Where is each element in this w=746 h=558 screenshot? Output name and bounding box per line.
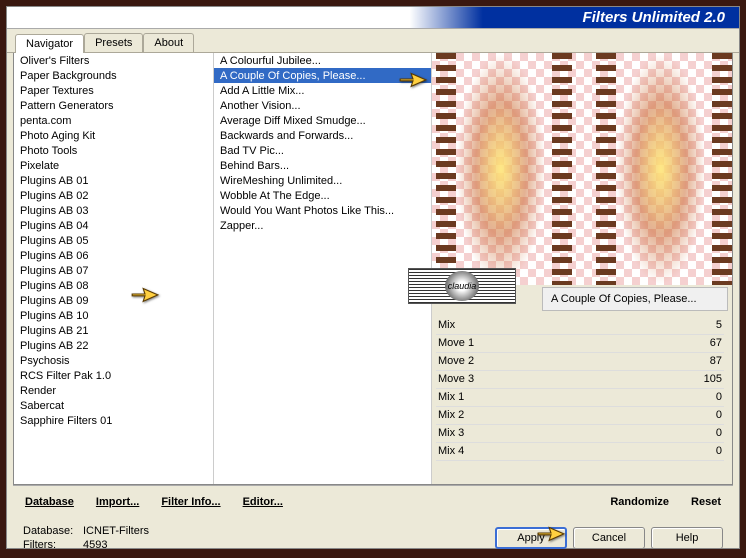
filter-item[interactable]: Backwards and Forwards...: [214, 128, 431, 143]
param-label: Move 1: [438, 336, 474, 351]
database-button[interactable]: Database: [23, 492, 76, 512]
category-item[interactable]: Sapphire Filters 01: [14, 413, 213, 428]
tab-navigator[interactable]: Navigator: [15, 34, 84, 53]
watermark-logo: claudia: [408, 268, 516, 304]
param-row[interactable]: Move 3 105: [436, 371, 724, 389]
category-item[interactable]: Plugins AB 09: [14, 293, 213, 308]
category-item[interactable]: Psychosis: [14, 353, 213, 368]
filter-item[interactable]: Would You Want Photos Like This...: [214, 203, 431, 218]
help-button[interactable]: Help: [651, 527, 723, 549]
category-item[interactable]: penta.com: [14, 113, 213, 128]
param-value: 0: [716, 444, 722, 459]
category-item[interactable]: Pixelate: [14, 158, 213, 173]
filter-item[interactable]: Bad TV Pic...: [214, 143, 431, 158]
param-value: 105: [704, 372, 722, 387]
category-item[interactable]: Paper Textures: [14, 83, 213, 98]
randomize-button[interactable]: Randomize: [608, 492, 671, 512]
preview-image: [432, 53, 732, 285]
param-label: Mix: [438, 318, 455, 333]
category-item[interactable]: Plugins AB 01: [14, 173, 213, 188]
param-value: 0: [716, 390, 722, 405]
filter-item[interactable]: A Colourful Jubilee...: [214, 53, 431, 68]
category-item[interactable]: Plugins AB 08: [14, 278, 213, 293]
selected-filter-label: A Couple Of Copies, Please...: [542, 287, 728, 311]
param-row[interactable]: Mix 5: [436, 317, 724, 335]
param-label: Mix 3: [438, 426, 464, 441]
category-item[interactable]: Photo Tools: [14, 143, 213, 158]
category-item[interactable]: Plugins AB 07: [14, 263, 213, 278]
filter-info-button[interactable]: Filter Info...: [159, 492, 222, 512]
param-label: Mix 1: [438, 390, 464, 405]
status-info: Database:ICNET-Filters Filters:4593: [23, 524, 489, 552]
filter-item[interactable]: Wobble At The Edge...: [214, 188, 431, 203]
param-row[interactable]: Mix 4 0: [436, 443, 724, 461]
main-content: Oliver's FiltersPaper BackgroundsPaper T…: [13, 53, 733, 485]
param-value: 5: [716, 318, 722, 333]
apply-button[interactable]: Apply: [495, 527, 567, 549]
filter-item[interactable]: Average Diff Mixed Smudge...: [214, 113, 431, 128]
category-item[interactable]: RCS Filter Pak 1.0: [14, 368, 213, 383]
category-item[interactable]: Plugins AB 04: [14, 218, 213, 233]
dialog-window: Filters Unlimited 2.0 NavigatorPresetsAb…: [6, 6, 740, 549]
param-value: 0: [716, 408, 722, 423]
tab-presets[interactable]: Presets: [84, 33, 143, 52]
parameter-list[interactable]: Mix5Move 167Move 287Move 3105Mix 10Mix 2…: [432, 315, 732, 484]
filter-list[interactable]: A Colourful Jubilee...A Couple Of Copies…: [214, 53, 432, 484]
param-label: Move 2: [438, 354, 474, 369]
editor-button[interactable]: Editor...: [241, 492, 285, 512]
param-row[interactable]: Mix 3 0: [436, 425, 724, 443]
param-label: Move 3: [438, 372, 474, 387]
category-list[interactable]: Oliver's FiltersPaper BackgroundsPaper T…: [14, 53, 214, 484]
filter-item[interactable]: Zapper...: [214, 218, 431, 233]
tab-strip: NavigatorPresetsAbout: [7, 29, 739, 53]
category-item[interactable]: Plugins AB 05: [14, 233, 213, 248]
category-item[interactable]: Plugins AB 03: [14, 203, 213, 218]
param-row[interactable]: Mix 1 0: [436, 389, 724, 407]
category-item[interactable]: Paper Backgrounds: [14, 68, 213, 83]
category-item[interactable]: Plugins AB 22: [14, 338, 213, 353]
reset-button[interactable]: Reset: [689, 492, 723, 512]
category-item[interactable]: Plugins AB 21: [14, 323, 213, 338]
param-label: Mix 2: [438, 408, 464, 423]
filter-item[interactable]: Add A Little Mix...: [214, 83, 431, 98]
link-button-bar: Database Import... Filter Info... Editor…: [13, 485, 733, 518]
category-item[interactable]: Photo Aging Kit: [14, 128, 213, 143]
param-row[interactable]: Mix 2 0: [436, 407, 724, 425]
category-item[interactable]: Pattern Generators: [14, 98, 213, 113]
param-label: Mix 4: [438, 444, 464, 459]
category-item[interactable]: Plugins AB 02: [14, 188, 213, 203]
param-value: 67: [710, 336, 722, 351]
filter-item[interactable]: WireMeshing Unlimited...: [214, 173, 431, 188]
category-item[interactable]: Oliver's Filters: [14, 53, 213, 68]
app-title: Filters Unlimited 2.0: [582, 9, 725, 26]
filter-item[interactable]: Another Vision...: [214, 98, 431, 113]
import-button[interactable]: Import...: [94, 492, 141, 512]
param-row[interactable]: Move 2 87: [436, 353, 724, 371]
filter-item[interactable]: A Couple Of Copies, Please...: [214, 68, 431, 83]
footer: Database:ICNET-Filters Filters:4593 Appl…: [13, 518, 733, 558]
tab-about[interactable]: About: [143, 33, 194, 52]
param-row[interactable]: Move 1 67: [436, 335, 724, 353]
category-item[interactable]: Render: [14, 383, 213, 398]
category-item[interactable]: Sabercat: [14, 398, 213, 413]
param-value: 0: [716, 426, 722, 441]
filter-item[interactable]: Behind Bars...: [214, 158, 431, 173]
cancel-button[interactable]: Cancel: [573, 527, 645, 549]
title-bar: Filters Unlimited 2.0: [7, 7, 739, 29]
category-item[interactable]: Plugins AB 10: [14, 308, 213, 323]
category-item[interactable]: Plugins AB 06: [14, 248, 213, 263]
param-value: 87: [710, 354, 722, 369]
